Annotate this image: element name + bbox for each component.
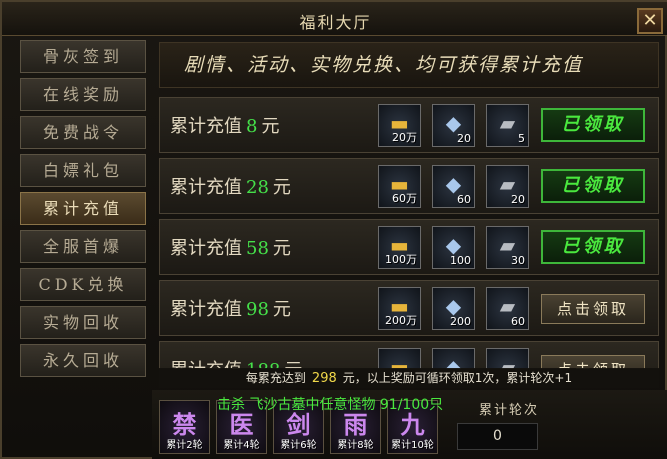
reward-slot[interactable]: ◆ 60 [432,165,475,208]
round-value: 0 [457,423,538,450]
kill-progress-message: 击杀 飞沙古墓中任意怪物 91/100只 [217,397,444,413]
sidebar-item[interactable]: 免费战令 [20,116,146,149]
recharge-label: 累计充值 28 元 [170,173,291,199]
reward-slot[interactable]: ▬ 20万 [378,104,421,147]
reward-count: 20 [457,132,471,145]
reward-slot[interactable]: ▬ 60万 [378,165,421,208]
sidebar-item[interactable]: 骨灰签到 [20,40,146,73]
reward-slot[interactable]: ▬ 100万 [378,226,421,269]
sidebar-item[interactable]: 白嫖礼包 [20,154,146,187]
recharge-amount: 98 [246,299,269,320]
sidebar-item[interactable]: 全服首爆 [20,230,146,263]
reward-slot[interactable]: ◆ 200 [432,287,475,330]
recharge-row: 累计充值188元▬◆▰点击领取 [159,341,659,369]
sidebar: 骨灰签到在线奖励免费战令白嫖礼包累计充值全服首爆 CDK兑换实物回收永久回收 [20,40,148,382]
reward-count: 60万 [392,192,417,205]
recharge-amount: 8 [246,116,258,137]
notice-after: 元，以上奖励可循环领取1次，累计轮次+1 [342,371,573,385]
window-title: 福利大厅 [299,13,372,32]
reward-count: 60 [511,315,525,328]
loop-notice: 每累充达到 298 元，以上奖励可循环领取1次，累计轮次+1 [159,368,659,388]
crystal-icon: ◆ [445,355,462,369]
reward-slot[interactable]: ▰ 5 [486,104,529,147]
close-button[interactable]: ✕ [637,8,663,34]
recharge-row: 累计充值 58 元 ▬ 100万 ◆ 100 ▰ 30 已领取 [159,219,659,275]
round-label: 累计轮次 [479,403,540,418]
reward-count: 30 [511,254,525,267]
reward-slot[interactable]: ▬ [378,348,421,369]
reward-count: 100万 [385,253,417,266]
tier-caption: 累计6轮 [280,440,317,451]
reward-count: 100 [450,254,471,267]
tier-caption: 累计2轮 [166,440,203,451]
reward-slots: ▬ 100万 ◆ 100 ▰ 30 [378,226,529,269]
recharge-prefix: 累计充值 [170,299,242,320]
reward-count: 5 [518,132,525,145]
gold-ingot-icon: ▬ [390,355,409,369]
recharge-row: 累计充值 98 元 ▬ 200万 ◆ 200 ▰ 60 点击领取 [159,280,659,336]
recharge-amount: 58 [246,238,269,259]
reward-count: 200万 [385,314,417,327]
reward-slot[interactable]: ▰ 20 [486,165,529,208]
reward-slot[interactable]: ▬ 200万 [378,287,421,330]
recharge-row: 累计充值 8 元 ▬ 20万 ◆ 20 ▰ 5 已领取 [159,97,659,153]
claim-button[interactable]: 点击领取 [541,294,645,324]
reward-slot[interactable]: ▰ 30 [486,226,529,269]
recharge-label: 累计充值 58 元 [170,234,291,260]
tier-caption: 累计8轮 [337,440,374,451]
notice-before: 每累充达到 [245,371,306,385]
claim-button[interactable]: 点击领取 [541,355,645,369]
banner: 剧情、活动、实物兑换、均可获得累计充值 [159,42,659,88]
recharge-prefix: 累计充值 [170,116,242,137]
sidebar-item[interactable]: CDK兑换 [20,268,146,301]
recharge-unit: 元 [272,299,291,320]
reward-slot[interactable]: ▰ [486,348,529,369]
tier-caption: 累计10轮 [391,440,434,451]
recharge-label: 累计充值 98 元 [170,295,291,321]
reward-count: 200 [450,315,471,328]
tier-title-icon: 禁 [172,410,197,439]
reward-slot[interactable]: ◆ [432,348,475,369]
silver-bar-icon: ▰ [499,355,516,369]
recharge-unit: 元 [272,238,291,259]
reward-slot[interactable]: ◆ 100 [432,226,475,269]
reward-slots: ▬ 60万 ◆ 60 ▰ 20 [378,165,529,208]
recharge-list[interactable]: 累计充值 8 元 ▬ 20万 ◆ 20 ▰ 5 已领取 累计充值 28 元 ▬ 60万 ◆ 60 ▰ 20 已领取 累计… [159,97,659,369]
reward-slots: ▬ 20万 ◆ 20 ▰ 5 [378,104,529,147]
claimed-badge: 已领取 [541,230,645,264]
notice-value: 298 [311,371,337,386]
sidebar-item[interactable]: 累计充值 [20,192,146,225]
welfare-window: 福利大厅 ✕ 骨灰签到 在线奖励 免费战令 白嫖礼包 累计充值 全服首爆 CDK兑换 实物回收… [0,0,667,459]
reward-slots: ▬ 200万 ◆ 200 ▰ 60 [378,287,529,330]
reward-slots: ▬ ◆ ▰ [378,348,529,369]
recharge-unit: 元 [272,177,291,198]
sidebar-item[interactable]: 永久回收 [20,344,146,377]
sidebar-item[interactable]: 在线奖励 [20,78,146,111]
recharge-label: 累计充值 8 元 [170,112,279,138]
recharge-prefix: 累计充值 [170,238,242,259]
recharge-unit: 元 [261,116,280,137]
tier-reward-slot[interactable]: 禁累计2轮 [159,400,210,454]
tier-caption: 累计4轮 [223,440,260,451]
reward-slot[interactable]: ◆ 20 [432,104,475,147]
reward-count: 20 [511,193,525,206]
sidebar-item[interactable]: 实物回收 [20,306,146,339]
recharge-amount: 28 [246,177,269,198]
recharge-prefix: 累计充值 [170,177,242,198]
claimed-badge: 已领取 [541,169,645,203]
recharge-row: 累计充值 28 元 ▬ 60万 ◆ 60 ▰ 20 已领取 [159,158,659,214]
reward-slot[interactable]: ▰ 60 [486,287,529,330]
reward-count: 20万 [392,131,417,144]
title-bar: 福利大厅 ✕ [2,2,667,36]
reward-count: 60 [457,193,471,206]
claimed-badge: 已领取 [541,108,645,142]
